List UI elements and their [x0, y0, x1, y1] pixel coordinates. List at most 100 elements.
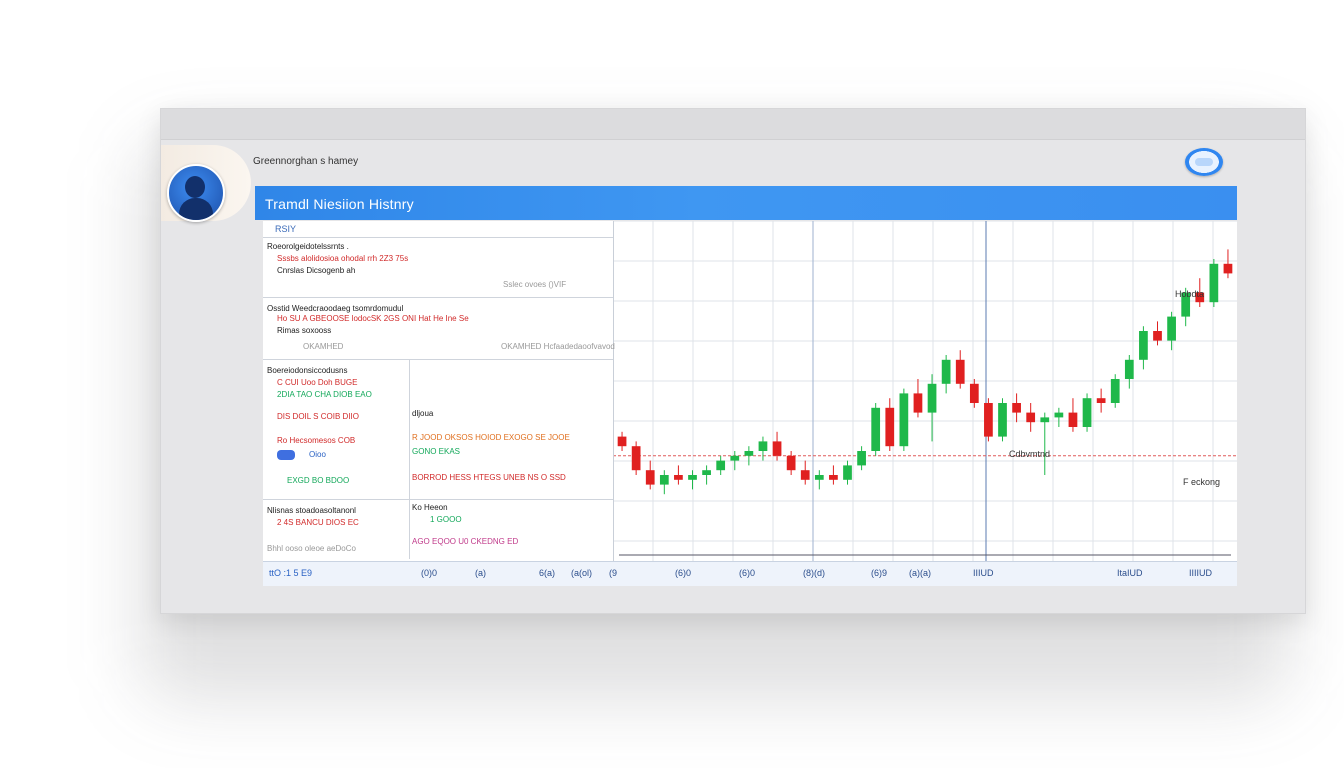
x-axis: ttO :1 5 E9 (0)0 (a) 6(a) (a(ol) (9 (6)0 (6)0 (…: [263, 561, 1237, 586]
x-tick: (a)(a): [909, 568, 931, 578]
candle-down: [1223, 263, 1233, 274]
annotation-right: Hobdta: [1175, 289, 1204, 299]
candle-up: [716, 460, 726, 471]
candle-up: [871, 407, 881, 451]
row-detail: Sssbs alolidosioa ohodal rrh 2Z3 75s: [277, 254, 409, 263]
main-content: Cdbvmtnd Hobdta F eckong RSIY Roeorolgeido…: [263, 221, 1237, 586]
candle-up: [1054, 412, 1064, 418]
mini-row: 1 GOOO: [430, 515, 462, 524]
x-tick: (6)0: [675, 568, 692, 578]
avatar-body-icon: [179, 198, 213, 220]
table-block-2[interactable]: Osstid Weedcraoodaeg tsomrdomudul Ho SU …: [263, 297, 615, 360]
candle-down: [772, 441, 782, 456]
row-meta: EXGD BO BDOO: [287, 476, 350, 485]
row-meta: OKAMHED Hcfaadedaoofvavod: [501, 342, 615, 351]
row-meta: OKAMHED: [303, 342, 344, 351]
table-header: RSIY: [275, 224, 297, 234]
candle-up: [843, 465, 852, 480]
candle-up: [758, 441, 768, 451]
mini-row: AGO EQOO U0 CKEDNG ED: [412, 537, 519, 546]
row-title: Nlisnas stoadoasoltanonl: [267, 506, 356, 515]
candle-down: [829, 475, 838, 480]
row-meta: Oioo: [309, 450, 326, 459]
row-detail: 2 4S BANCU DIOS EC: [277, 518, 359, 527]
x-tick: (a(ol): [571, 568, 593, 578]
candle-up: [1139, 331, 1148, 360]
x-tick: ItaIUD: [1117, 568, 1143, 578]
candle-up: [1209, 263, 1219, 303]
candle-up: [998, 403, 1007, 437]
candle-up: [899, 393, 909, 447]
candle-down: [1012, 403, 1021, 413]
candle-down: [1153, 331, 1162, 341]
row-detail: C CUI Uoo Doh BUGE: [277, 378, 358, 387]
candle-up: [1040, 417, 1050, 423]
row-meta: Bhhl ooso oleoe aeDoCo: [267, 544, 356, 553]
candle-up: [688, 475, 697, 480]
mini-row: R JOOD OKSOS HOIOD EXOGO SE JOOE: [412, 433, 570, 442]
x-tick: (6)9: [871, 568, 888, 578]
candle-up: [941, 359, 951, 384]
candle-up: [1167, 316, 1176, 341]
row-meta: Sslec ovoes ()VIF: [503, 280, 567, 289]
row-detail: Ho SU A GBEOOSE lodocSK 2GS ONI Hat He I…: [277, 314, 469, 323]
avatar[interactable]: [167, 164, 225, 222]
x-tick: (9: [609, 568, 618, 578]
candle-up: [1124, 359, 1134, 379]
candle-down: [631, 446, 641, 471]
candle-up: [1110, 379, 1120, 403]
mini-row: GONO EKAS: [412, 447, 461, 456]
candle-up: [927, 383, 937, 413]
candle-up: [702, 470, 711, 475]
row-detail: 2DIA TAO CHA DIOB EAO: [277, 390, 372, 399]
annotation-mid: Cdbvmtnd: [1009, 449, 1050, 459]
notification-badge-icon[interactable]: [1185, 148, 1223, 176]
candle-down: [913, 393, 923, 413]
candle-down: [674, 475, 683, 480]
x-tick: ttO :1 5 E9: [269, 568, 313, 578]
row-detail: DIS DOIL S COIB DIIO: [277, 412, 359, 421]
row-detail: Ro Hecsomesos COB: [277, 436, 356, 445]
candle-up: [857, 451, 866, 466]
x-tick: 6(a): [539, 568, 556, 578]
candle-up: [814, 475, 824, 480]
mini-chart-overlay: dljoua R JOOD OKSOS HOIOD EXOGO SE JOOE …: [409, 359, 614, 559]
panel-title-bar: Tramdl Niesiion Histnry: [255, 186, 1237, 220]
row-title: Roeorolgeidotelssrnts .: [267, 242, 349, 251]
mini-row: BORROD HESS HTEGS UNEB NS O SSD: [412, 473, 566, 482]
trade-table-panel: RSIY Roeorolgeidotelssrnts . Sssbs aloli…: [263, 221, 615, 561]
candle-down: [1026, 412, 1036, 423]
mini-row: Ko Heeon: [412, 503, 448, 512]
x-tick: IIIIUD: [1189, 568, 1213, 578]
candle-up: [659, 475, 669, 485]
candle-down: [1068, 412, 1078, 427]
candle-down: [955, 359, 965, 384]
candle-down: [786, 455, 796, 471]
candle-down: [617, 436, 627, 447]
x-tick: (8)(d): [803, 568, 825, 578]
row-title: Osstid Weedcraoodaeg tsomrdomudul: [267, 304, 404, 313]
row-detail: Rimas soxooss: [277, 326, 332, 335]
x-tick: (0)0: [421, 568, 438, 578]
candle-up: [744, 451, 754, 456]
candle-down: [885, 407, 895, 447]
row-title: Boereiodonsiccodusns: [267, 366, 348, 375]
breadcrumb: Greennorghan s hamey: [253, 156, 359, 167]
candle-down: [984, 403, 993, 437]
app-window: Greennorghan s hamey Tramdl Niesiion His…: [160, 108, 1306, 614]
candle-down: [800, 470, 810, 480]
hline-label: F eckong: [1183, 477, 1220, 487]
candle-down: [1096, 398, 1106, 403]
candle-down: [645, 470, 655, 485]
candle-up: [730, 455, 740, 461]
candle-down: [969, 383, 979, 403]
x-tick: IIIUD: [973, 568, 994, 578]
panel-title: Tramdl Niesiion Histnry: [265, 196, 414, 212]
candle-up: [1082, 398, 1092, 427]
mini-label: dljoua: [412, 409, 434, 418]
action-button[interactable]: [277, 450, 295, 460]
x-tick: (6)0: [739, 568, 756, 578]
window-top-strip: [161, 109, 1305, 140]
table-block-1[interactable]: Roeorolgeidotelssrnts . Sssbs alolidosio…: [263, 237, 613, 298]
row-detail: Cnrslas Dicsogenb ah: [277, 266, 356, 275]
